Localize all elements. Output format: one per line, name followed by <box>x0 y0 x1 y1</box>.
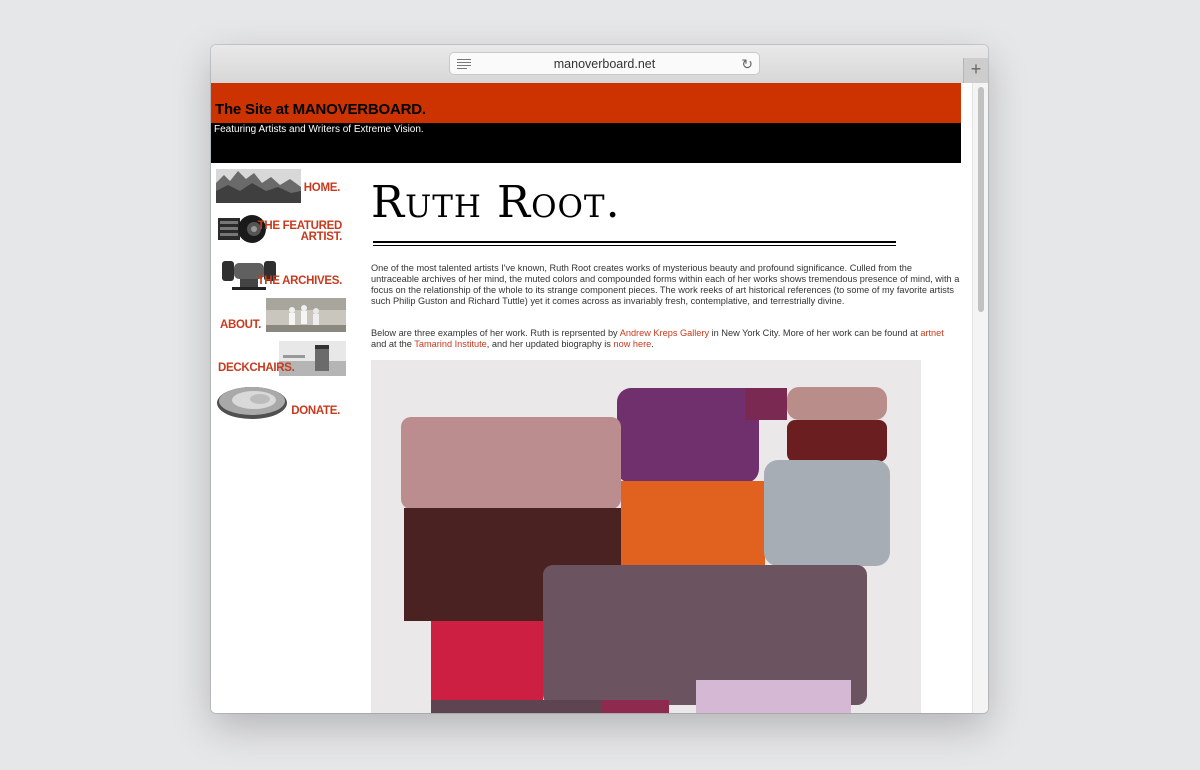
artwork-image <box>371 360 921 713</box>
reload-icon[interactable]: ↻ <box>741 57 753 71</box>
works-text-2: in New York City. More of her work can b… <box>709 328 921 338</box>
site-header: The Site at MANOVERBOARD. Featuring Arti… <box>211 83 961 163</box>
nav-home-label: HOME. <box>303 182 341 194</box>
nav-deckchairs-label: DECKCHAIRS. <box>218 362 295 374</box>
coin-thumbnail <box>216 384 288 420</box>
new-tab-button[interactable]: + <box>963 58 988 83</box>
tamarind-link[interactable]: Tamarind Institute <box>414 339 487 349</box>
nav-home[interactable]: HOME. <box>216 169 346 205</box>
nav-deckchairs[interactable]: DECKCHAIRS. <box>216 341 346 377</box>
title-rule-thin <box>373 245 896 246</box>
title-rule <box>373 241 896 243</box>
works-text-3: and at the <box>371 339 415 349</box>
scrollbar-thumb[interactable] <box>978 87 984 312</box>
nav-donate-label: DONATE. <box>291 405 340 417</box>
site-title: The Site at MANOVERBOARD. <box>215 101 426 118</box>
nav-featured-label-2: ARTIST. <box>300 231 343 243</box>
works-text-4: , and her updated biography is <box>486 339 614 349</box>
nav-about-label: ABOUT. <box>220 319 262 331</box>
browser-window: manoverboard.net ↻ + The Site at MANOVER… <box>211 45 988 713</box>
nav-archives[interactable]: THE ARCHIVES. <box>216 255 346 291</box>
mountain-thumbnail <box>216 169 301 203</box>
works-text-1: Below are three examples of her work. Ru… <box>371 328 620 338</box>
page-viewport: The Site at MANOVERBOARD. Featuring Arti… <box>211 83 988 713</box>
browser-toolbar: manoverboard.net ↻ + <box>211 45 988 84</box>
biography-link[interactable]: now here <box>613 339 651 349</box>
works-paragraph: Below are three examples of her work. Ru… <box>371 328 961 350</box>
site-tagline: Featuring Artists and Writers of Extreme… <box>214 124 424 135</box>
page-title: Ruth Root. <box>371 177 621 228</box>
header-red-band: The Site at MANOVERBOARD. <box>211 83 961 123</box>
url-text[interactable]: manoverboard.net <box>450 57 759 71</box>
nav-featured-artist[interactable]: THE FEATURED ARTIST. <box>216 212 346 248</box>
nav-archives-label: THE ARCHIVES. <box>257 275 343 287</box>
nav-about[interactable]: ABOUT. <box>216 298 346 334</box>
artnet-link[interactable]: artnet <box>920 328 944 338</box>
address-bar[interactable]: manoverboard.net ↻ <box>449 52 760 75</box>
plus-icon: + <box>970 59 982 79</box>
workers-thumbnail <box>266 298 346 332</box>
nav-donate[interactable]: DONATE. <box>216 384 346 420</box>
works-text-5: . <box>651 339 654 349</box>
vertical-scrollbar[interactable] <box>972 83 988 713</box>
intro-paragraph: One of the most talented artists I've kn… <box>371 263 960 306</box>
header-black-band: Featuring Artists and Writers of Extreme… <box>211 123 961 163</box>
andrew-kreps-link[interactable]: Andrew Kreps Gallery <box>620 328 709 338</box>
